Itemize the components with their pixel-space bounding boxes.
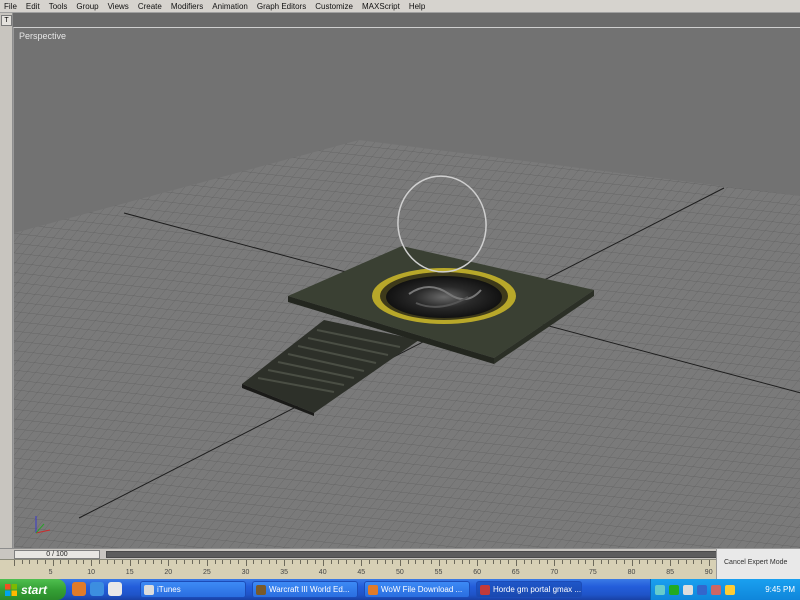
track-bar-ruler[interactable]: 5101520253035404550556065707580859095100 (0, 559, 800, 580)
menu-item-help[interactable]: Help (405, 2, 430, 11)
scene-canvas[interactable] (14, 28, 800, 549)
system-tray: 9:45 PM (650, 579, 800, 600)
ruler-label: 15 (125, 569, 134, 576)
windows-taskbar: start iTunes Warcraft III World Ed... Wo… (0, 579, 800, 600)
menu-item-create[interactable]: Create (134, 2, 167, 11)
network-icon[interactable] (655, 584, 665, 595)
volume-icon[interactable] (683, 584, 693, 595)
itunes-task-icon (144, 584, 154, 595)
ruler-label: 20 (164, 569, 173, 576)
menu-item-graph-editors[interactable]: Graph Editors (253, 2, 311, 11)
ruler-label: 35 (280, 569, 288, 576)
task-label: Warcraft III World Ed... (269, 585, 350, 594)
portal-swirl (386, 276, 502, 318)
windows-flag-icon (5, 583, 17, 596)
left-toolbar-strip: T (0, 13, 13, 548)
itunes-icon[interactable] (108, 582, 122, 596)
task-label: Horde gm portal gmax ... (493, 585, 582, 594)
tray-extra-icon[interactable] (725, 584, 735, 595)
task-label: WoW File Download ... (381, 585, 463, 594)
ruler-label: 75 (589, 569, 597, 576)
expert-mode-label: Cancel Expert Mode (724, 559, 788, 566)
ruler-label: 10 (87, 569, 95, 576)
menu-bar: File Edit Tools Group Views Create Modifiers An… (0, 0, 800, 13)
time-slider[interactable]: 0 / 100 (14, 550, 100, 559)
ruler-label: 85 (666, 569, 674, 576)
task-warcraft-editor[interactable]: Warcraft III World Ed... (252, 581, 358, 598)
viewport-mini-button[interactable]: T (1, 15, 12, 26)
ruler-label: 5 (48, 569, 53, 576)
warcraft-task-icon (256, 584, 266, 595)
clock[interactable]: 9:45 PM (765, 585, 795, 594)
start-label: start (21, 582, 48, 597)
menu-item-file[interactable]: File (0, 2, 22, 11)
time-track[interactable] (106, 551, 796, 558)
ruler-label: 60 (473, 569, 481, 576)
ruler-label: 70 (550, 569, 559, 576)
ruler-label: 25 (203, 569, 211, 576)
quick-launch (72, 582, 122, 596)
menu-item-modifiers[interactable]: Modifiers (167, 2, 208, 11)
ruler-label: 55 (434, 569, 443, 576)
start-button[interactable]: start (0, 579, 66, 600)
messenger-icon[interactable] (697, 584, 707, 595)
firefox-icon[interactable] (72, 582, 86, 596)
menu-item-edit[interactable]: Edit (22, 2, 45, 11)
ruler-label: 65 (511, 569, 520, 576)
ruler-label: 45 (357, 569, 366, 576)
ruler-label: 90 (704, 569, 713, 576)
task-itunes[interactable]: iTunes (140, 581, 246, 598)
ruler-label: 80 (627, 569, 636, 576)
gmax-task-icon (480, 584, 490, 595)
ruler-label: 50 (396, 569, 404, 576)
menu-item-animation[interactable]: Animation (208, 2, 253, 11)
menu-item-tools[interactable]: Tools (45, 2, 73, 11)
ie-icon[interactable] (90, 582, 104, 596)
task-label: iTunes (157, 585, 181, 594)
task-wow-download[interactable]: WoW File Download ... (364, 581, 470, 598)
perspective-viewport[interactable]: Perspective (13, 27, 800, 549)
expert-mode-status[interactable]: Cancel Expert Mode (716, 548, 800, 580)
task-gmax[interactable]: Horde gm portal gmax ... (476, 581, 582, 598)
ruler-label: 40 (318, 569, 327, 576)
antivirus-icon[interactable] (711, 584, 721, 595)
ruler-label: 30 (241, 569, 250, 576)
firefox-task-icon (368, 584, 378, 595)
security-icon[interactable] (669, 584, 679, 595)
menu-item-group[interactable]: Group (72, 2, 103, 11)
menu-item-maxscript[interactable]: MAXScript (358, 2, 405, 11)
menu-item-customize[interactable]: Customize (311, 2, 358, 11)
menu-item-views[interactable]: Views (104, 2, 134, 11)
